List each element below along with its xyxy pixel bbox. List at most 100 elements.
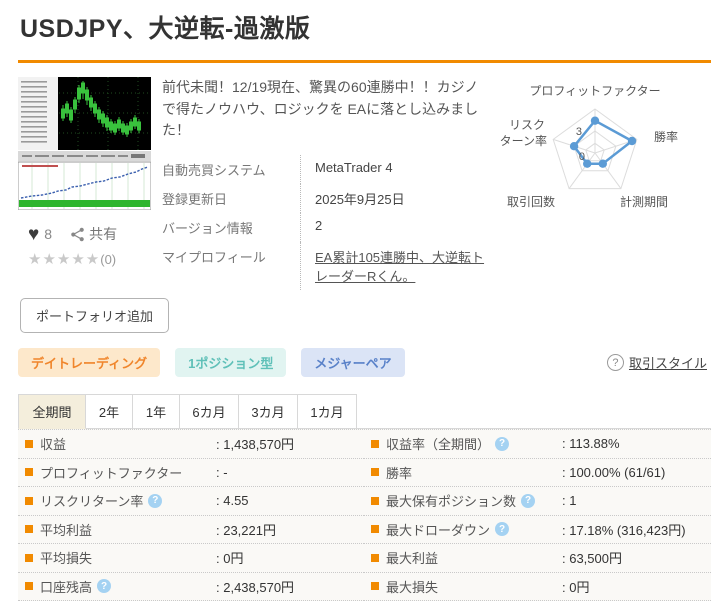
radar-axis-profit-factor: プロフィットファクター bbox=[529, 84, 660, 98]
tag-one-position[interactable]: 1ポジション型 bbox=[175, 348, 287, 378]
tab-3-months[interactable]: 3カ月 bbox=[238, 394, 298, 429]
help-icon[interactable]: ? bbox=[521, 493, 536, 508]
tab-all-period[interactable]: 全期間 bbox=[18, 394, 86, 430]
radar-axis-win-rate: 勝率 bbox=[654, 129, 678, 144]
bullet-icon bbox=[25, 553, 33, 562]
bullet-icon bbox=[371, 496, 379, 505]
bullet-icon bbox=[25, 439, 33, 448]
stat-label: リスクリターン率 bbox=[40, 494, 144, 510]
stat-row-max-loss: 最大損失 : 0円 bbox=[364, 573, 711, 601]
bullet-icon bbox=[25, 496, 33, 505]
detail-value: 2 bbox=[300, 213, 485, 243]
bullet-icon bbox=[371, 582, 379, 591]
detail-value: 2025年9月25日 bbox=[300, 184, 485, 214]
bullet-icon bbox=[371, 525, 379, 534]
stat-value: : 63,500円 bbox=[562, 551, 622, 567]
stat-row-risk-return: リスクリターン率? : 4.55 bbox=[18, 487, 364, 516]
radar-scale-mid: 3 bbox=[576, 126, 582, 138]
stat-row-revenue: 収益 : 1,438,570円 bbox=[18, 430, 364, 459]
stat-value: : 4.55 bbox=[216, 493, 249, 509]
stat-row-avg-loss: 平均損失 : 0円 bbox=[18, 544, 364, 573]
stat-label: 平均損失 bbox=[40, 551, 93, 567]
radar-scale-center: 0 bbox=[579, 151, 585, 163]
stats-right-column: 収益率（全期間）? : 113.88% 勝率 : 100.00% (61/61)… bbox=[364, 430, 711, 601]
stat-row-max-positions: 最大保有ポジション数? : 1 bbox=[364, 487, 711, 516]
stat-label: 勝率 bbox=[386, 465, 413, 481]
rating-stars: ★★★★★ bbox=[28, 251, 101, 268]
trade-style-link[interactable]: 取引スタイル bbox=[629, 353, 707, 372]
help-icon[interactable]: ? bbox=[495, 436, 510, 451]
share-button[interactable]: 共有 bbox=[70, 224, 117, 244]
like-count: 8 bbox=[44, 226, 53, 242]
tab-2-years[interactable]: 2年 bbox=[85, 394, 133, 429]
trade-style-radar-chart: 3 0 プロフィットファクター 勝率 計測期間 取引回数 リスク ターン率 bbox=[500, 84, 678, 209]
stat-label: 最大保有ポジション数 bbox=[386, 494, 517, 510]
stats-left-column: 収益 : 1,438,570円 プロフィットファクター : - リスクリターン率… bbox=[18, 430, 364, 601]
stat-value: : 100.00% (61/61) bbox=[562, 464, 666, 480]
tab-6-months[interactable]: 6カ月 bbox=[179, 394, 239, 429]
question-icon[interactable]: ? bbox=[606, 354, 624, 372]
like-heart-icon[interactable]: ♥ bbox=[28, 225, 39, 244]
info-column: 前代未聞！12/19現在、驚異の60連勝中！！カジノで得たノウハウ、ロジックを … bbox=[162, 77, 485, 291]
help-icon[interactable]: ? bbox=[148, 493, 163, 508]
page-title: USDJPY、大逆転-過激版 bbox=[20, 15, 311, 43]
stat-value: : 23,221円 bbox=[216, 522, 276, 538]
thumbnail-column: ♥ 8 共有 ★★★★★(0) bbox=[17, 77, 152, 290]
stat-value: : 1,438,570円 bbox=[216, 437, 295, 453]
help-icon[interactable]: ? bbox=[97, 579, 112, 594]
stat-row-avg-profit: 平均利益 : 23,221円 bbox=[18, 516, 364, 545]
detail-row: バージョン情報 2 bbox=[162, 213, 485, 243]
tab-1-year[interactable]: 1年 bbox=[132, 394, 180, 429]
rating-row[interactable]: ★★★★★(0) bbox=[28, 250, 152, 268]
radar-axis-period: 計測期間 bbox=[620, 194, 668, 209]
stat-label: 最大利益 bbox=[386, 551, 439, 567]
detail-label: 登録更新日 bbox=[162, 192, 228, 208]
help-icon[interactable]: ? bbox=[495, 522, 510, 537]
detail-label: バージョン情報 bbox=[162, 221, 253, 237]
detail-label: 自動売買システム bbox=[162, 163, 266, 179]
bullet-icon bbox=[371, 439, 379, 448]
stat-value: : 1 bbox=[562, 493, 577, 509]
trade-style-help: ? 取引スタイル bbox=[606, 353, 707, 372]
radar-column: 3 0 プロフィットファクター 勝率 計測期間 取引回数 リスク ターン率 bbox=[485, 77, 711, 290]
bullet-icon bbox=[25, 582, 33, 591]
detail-row: マイプロフィール EA累計105連勝中、大逆転トレーダーRくん。 bbox=[162, 242, 485, 291]
stat-label: プロフィットファクター bbox=[40, 465, 183, 481]
product-description: 前代未聞！12/19現在、驚異の60連勝中！！カジノで得たノウハウ、ロジックを … bbox=[162, 79, 479, 139]
add-portfolio-button[interactable]: ポートフォリオ追加 bbox=[20, 298, 170, 334]
tag-row: デイトレーディング 1ポジション型 メジャーペア ? 取引スタイル bbox=[18, 348, 711, 378]
product-details-table: 自動売買システム MetaTrader 4 登録更新日 2025年9月25日 バ… bbox=[162, 155, 485, 291]
stat-row-win-rate: 勝率 : 100.00% (61/61) bbox=[364, 459, 711, 488]
stat-row-balance: 口座残高? : 2,438,570円 bbox=[18, 573, 364, 601]
stat-value: : - bbox=[216, 464, 228, 480]
share-label: 共有 bbox=[89, 226, 118, 242]
stat-row-return-rate: 収益率（全期間）? : 113.88% bbox=[364, 430, 711, 459]
stat-value: : 2,438,570円 bbox=[216, 579, 295, 595]
bullet-icon bbox=[25, 525, 33, 534]
stat-row-max-drawdown: 最大ドローダウン? : 17.18% (316,423円) bbox=[364, 516, 711, 545]
stat-value: : 0円 bbox=[216, 551, 244, 567]
tag-major-pair[interactable]: メジャーペア bbox=[301, 348, 405, 378]
stat-row-max-profit: 最大利益 : 63,500円 bbox=[364, 544, 711, 573]
tab-1-month[interactable]: 1カ月 bbox=[297, 394, 357, 429]
review-count: (0) bbox=[100, 252, 117, 267]
tag-day-trading[interactable]: デイトレーディング bbox=[18, 348, 161, 378]
detail-row: 自動売買システム MetaTrader 4 bbox=[162, 155, 485, 185]
radar-axis-trade-count: 取引回数 bbox=[507, 194, 555, 209]
bullet-icon bbox=[371, 553, 379, 562]
detail-row: 登録更新日 2025年9月25日 bbox=[162, 184, 485, 214]
profile-link[interactable]: EA累計105連勝中、大逆転トレーダーRくん。 bbox=[315, 250, 484, 284]
detail-value: MetaTrader 4 bbox=[300, 155, 485, 185]
radar-axis-risk-return-line2: ターン率 bbox=[500, 133, 547, 148]
share-icon bbox=[71, 227, 84, 241]
product-chart-thumbnail[interactable] bbox=[17, 77, 152, 211]
stat-row-profit-factor: プロフィットファクター : - bbox=[18, 459, 364, 488]
stat-value: : 17.18% (316,423円) bbox=[562, 522, 686, 538]
stat-label: 口座残高 bbox=[40, 579, 93, 595]
product-summary-section: ♥ 8 共有 ★★★★★(0) 前代未聞！12/19現在、驚異の60連勝中！！カ… bbox=[17, 77, 711, 291]
stats-panel: 収益 : 1,438,570円 プロフィットファクター : - リスクリターン率… bbox=[18, 429, 711, 601]
detail-value: EA累計105連勝中、大逆転トレーダーRくん。 bbox=[300, 242, 485, 291]
stat-value: : 0円 bbox=[562, 579, 590, 595]
stat-label: 最大損失 bbox=[386, 579, 439, 595]
page-container: USDJPY、大逆転-過激版 ♥ 8 共有 ★★★★★(0) 前代未聞！12/1… bbox=[0, 9, 711, 601]
